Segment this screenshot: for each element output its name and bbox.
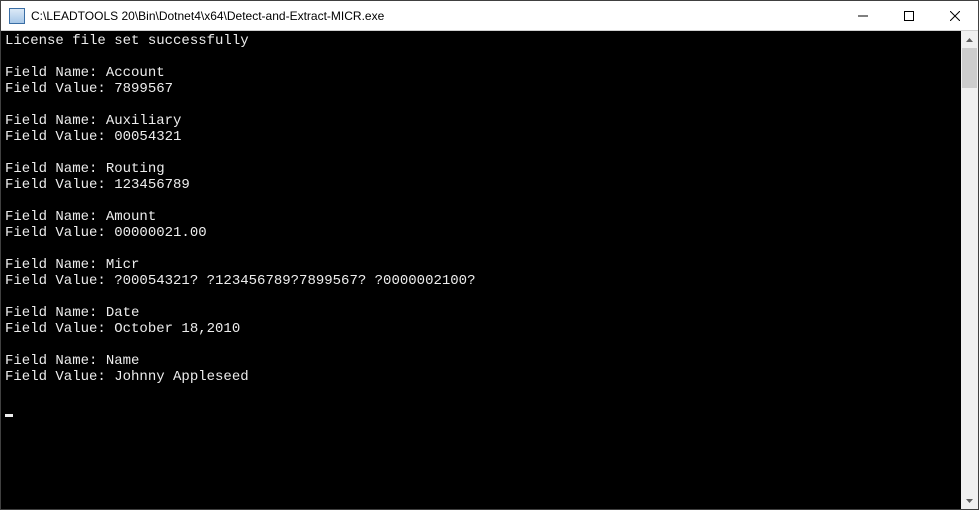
minimize-button[interactable]: [840, 1, 886, 30]
cursor: [5, 414, 13, 417]
client-area: License file set successfully Field Name…: [1, 31, 978, 509]
window-title: C:\LEADTOOLS 20\Bin\Dotnet4\x64\Detect-a…: [31, 9, 840, 23]
scroll-up-button[interactable]: [961, 31, 978, 48]
scrollbar-track[interactable]: [961, 48, 978, 492]
console-output[interactable]: License file set successfully Field Name…: [1, 31, 961, 509]
close-button[interactable]: [932, 1, 978, 30]
app-window: C:\LEADTOOLS 20\Bin\Dotnet4\x64\Detect-a…: [0, 0, 979, 510]
scrollbar-thumb[interactable]: [962, 48, 977, 88]
vertical-scrollbar[interactable]: [961, 31, 978, 509]
maximize-button[interactable]: [886, 1, 932, 30]
window-controls: [840, 1, 978, 30]
app-icon: [9, 8, 25, 24]
scroll-down-button[interactable]: [961, 492, 978, 509]
title-bar[interactable]: C:\LEADTOOLS 20\Bin\Dotnet4\x64\Detect-a…: [1, 1, 978, 31]
